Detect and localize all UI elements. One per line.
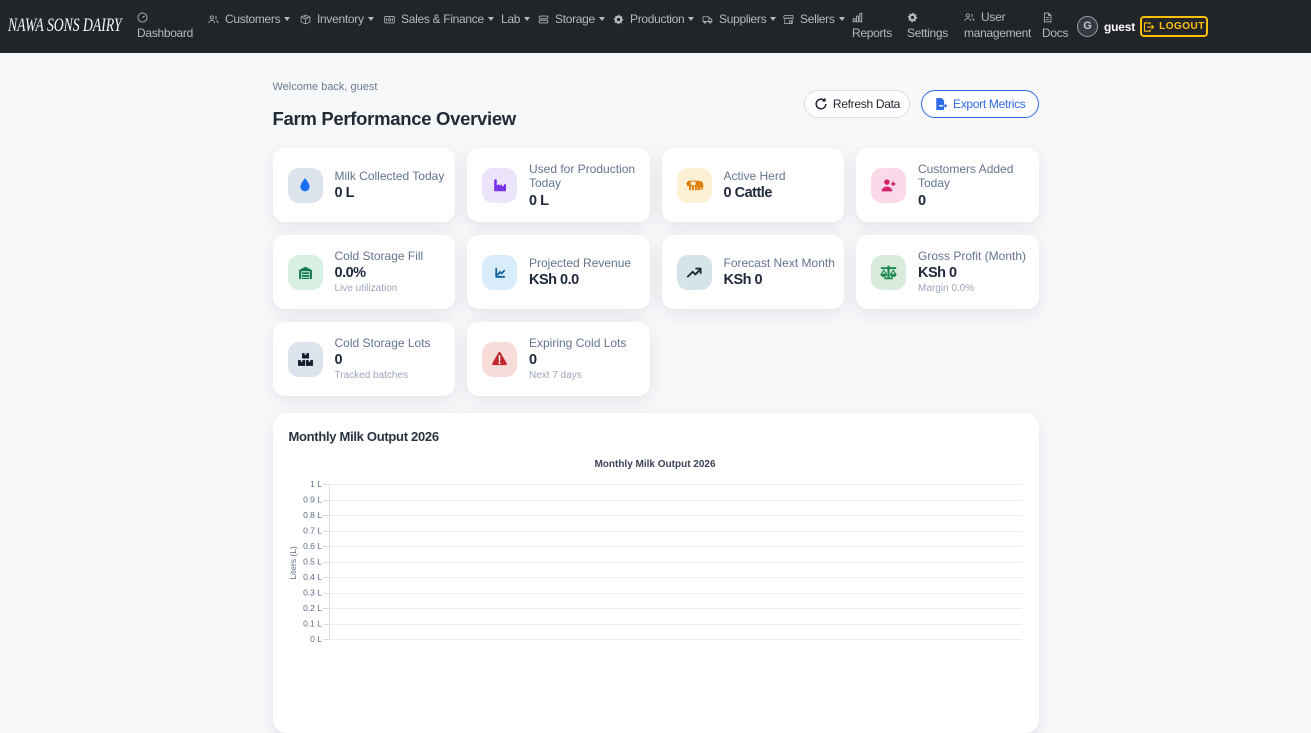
svg-text:0.5 L: 0.5 L [303, 557, 322, 567]
svg-text:Liters (L): Liters (L) [289, 546, 298, 580]
svg-text:0.4 L: 0.4 L [303, 572, 322, 582]
svg-text:0.1 L: 0.1 L [303, 619, 322, 629]
svg-text:0.8 L: 0.8 L [303, 510, 322, 520]
svg-text:Monthly Milk Output 2026: Monthly Milk Output 2026 [594, 459, 716, 470]
svg-text:0 L: 0 L [310, 634, 322, 644]
svg-text:0.2 L: 0.2 L [303, 603, 322, 613]
svg-text:1 L: 1 L [310, 479, 322, 489]
svg-text:0.9 L: 0.9 L [303, 495, 322, 505]
svg-text:0.6 L: 0.6 L [303, 541, 322, 551]
svg-text:0.7 L: 0.7 L [303, 526, 322, 536]
svg-text:0.3 L: 0.3 L [303, 588, 322, 598]
